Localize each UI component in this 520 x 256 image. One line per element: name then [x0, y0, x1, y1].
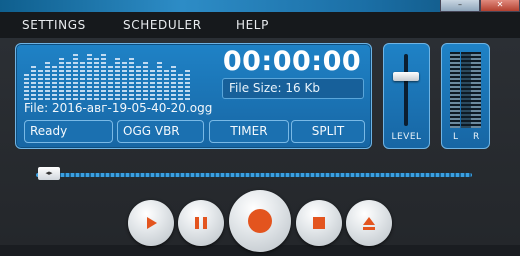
timer-button[interactable]: TIMER [209, 120, 289, 143]
spectrum-bar [59, 56, 64, 100]
spectrum-bar [73, 54, 78, 100]
close-button[interactable]: ✕ [480, 0, 520, 12]
record-icon [248, 209, 272, 233]
vu-right-label: R [473, 132, 480, 142]
spectrum-bar [150, 68, 155, 100]
level-slider-track[interactable] [404, 54, 408, 126]
eject-button[interactable] [346, 200, 392, 246]
spectrum-analyzer [24, 50, 199, 100]
spectrum-bar [143, 60, 148, 100]
menu-scheduler[interactable]: SCHEDULER [123, 18, 202, 32]
spectrum-bar [115, 56, 120, 100]
vu-left-channel-scale [461, 52, 471, 128]
file-size-readout: File Size: 16 Kb [222, 78, 364, 99]
display-panel: 00:00:00 File Size: 16 Kb File: 2016-авг… [15, 43, 372, 149]
spectrum-bar [178, 74, 183, 100]
seek-bar[interactable] [36, 173, 472, 177]
spectrum-bar [108, 64, 113, 100]
seek-handle[interactable]: ◂▸ [38, 167, 60, 180]
spectrum-bar [171, 66, 176, 100]
level-slider-handle[interactable] [393, 72, 419, 81]
spectrum-bar [94, 58, 99, 100]
spectrum-bar [164, 70, 169, 100]
menu-bar: SETTINGS SCHEDULER HELP [0, 12, 520, 39]
play-icon [147, 217, 157, 229]
spectrum-bar [66, 62, 71, 100]
split-button[interactable]: SPLIT [291, 120, 365, 143]
spectrum-bar [31, 64, 36, 100]
eject-icon [363, 217, 375, 230]
pause-icon [195, 217, 207, 229]
spectrum-bar [122, 62, 127, 100]
level-label: LEVEL [391, 132, 422, 142]
spectrum-bar [80, 60, 85, 100]
spectrum-bar [24, 72, 29, 100]
spectrum-bar [38, 70, 43, 100]
spectrum-bar [129, 58, 134, 100]
level-panel: LEVEL [383, 43, 430, 149]
spectrum-bar [101, 54, 106, 100]
spectrum-bar [157, 62, 162, 100]
spectrum-bar [136, 66, 141, 100]
spectrum-bar [45, 60, 50, 100]
minimize-button[interactable]: – [440, 0, 480, 12]
play-button[interactable] [128, 200, 174, 246]
menu-settings[interactable]: SETTINGS [22, 18, 86, 32]
file-name: File: 2016-авг-19-05-40-20.ogg [24, 101, 213, 115]
spectrum-bar [87, 52, 92, 100]
vu-meter: L R [441, 43, 490, 149]
stop-icon [313, 217, 325, 229]
vu-left-channel [450, 52, 460, 128]
spectrum-bar [52, 66, 57, 100]
vu-right-channel [471, 52, 481, 128]
vu-left-label: L [453, 132, 459, 142]
record-button[interactable] [229, 190, 291, 252]
status-field: Ready [24, 120, 113, 143]
menu-help[interactable]: HELP [236, 18, 269, 32]
format-field[interactable]: OGG VBR [117, 120, 204, 143]
recording-time: 00:00:00 [222, 46, 362, 77]
stop-button[interactable] [296, 200, 342, 246]
spectrum-bar [185, 70, 190, 100]
pause-button[interactable] [178, 200, 224, 246]
